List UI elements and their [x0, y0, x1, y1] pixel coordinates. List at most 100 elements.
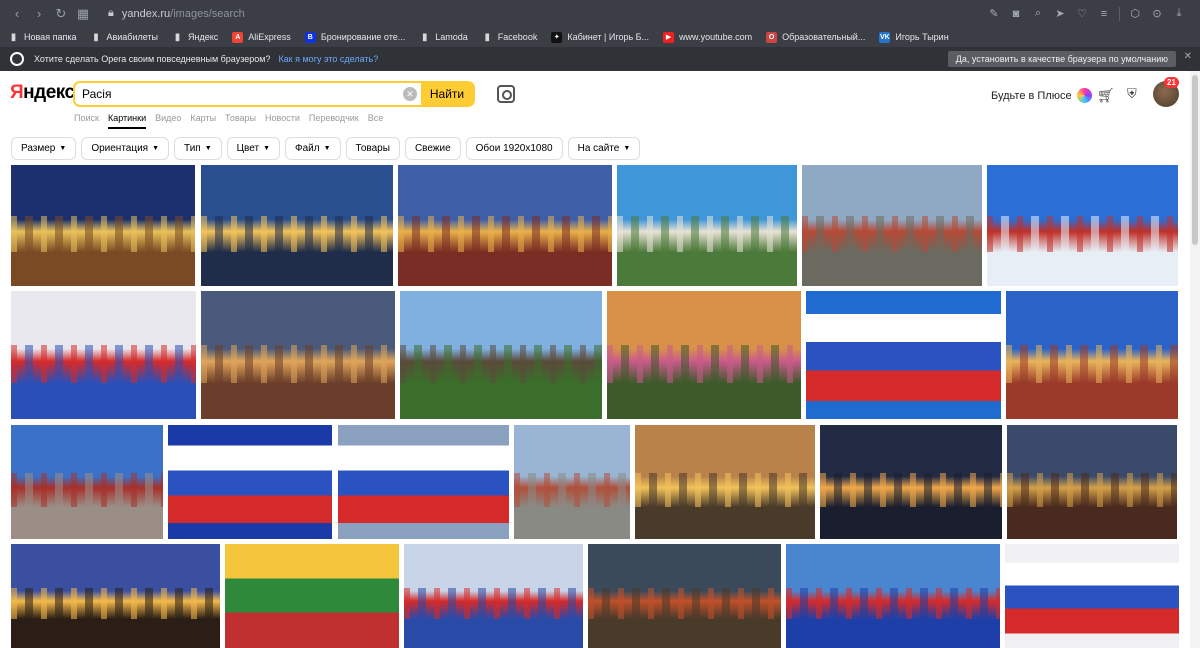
image-result[interactable]	[617, 165, 797, 286]
tab-1[interactable]: Картинки	[107, 113, 147, 129]
bookmark-item[interactable]: ▮ Facebook	[482, 32, 538, 43]
image-result[interactable]	[1007, 425, 1177, 539]
url-host: yandex.ru	[121, 7, 171, 20]
image-result[interactable]	[987, 165, 1178, 286]
bookmark-favicon-icon: B	[304, 31, 316, 43]
image-result[interactable]	[607, 291, 801, 419]
tab-7[interactable]: Все	[368, 113, 384, 129]
browser-toolbar: ‹ › ↻ ▦ 🔒︎ yandex.ru/images/search ✎ ◙ ⌕…	[0, 0, 1200, 27]
image-search-lens-icon[interactable]	[497, 85, 515, 103]
filter-chip[interactable]: Ориентация ▼	[81, 137, 170, 160]
forward-icon[interactable]: ›	[28, 3, 50, 25]
image-result[interactable]	[820, 425, 1002, 539]
search-icon[interactable]: ⌕	[1031, 7, 1045, 20]
image-result[interactable]	[1006, 291, 1178, 419]
tab-5[interactable]: Новости	[265, 113, 300, 129]
back-icon[interactable]: ‹	[6, 3, 28, 25]
page-scrollbar[interactable]	[1190, 71, 1200, 648]
bookmark-item[interactable]: ✦ Кабинет | Игорь Б...	[551, 31, 649, 43]
url-path: /images/search	[170, 7, 245, 20]
bookmark-item[interactable]: ▮ Авиабилеты	[90, 32, 158, 43]
plus-label: Будьте в Плюсе	[991, 89, 1072, 102]
filter-chip[interactable]: Свежие	[404, 137, 461, 160]
clear-icon[interactable]: ✕	[403, 87, 417, 101]
opera-default-browser-bar: Хотите сделать Opera своим повседневным …	[0, 47, 1200, 71]
image-result[interactable]	[802, 165, 982, 286]
cart-icon[interactable]: 🛒︎	[1097, 87, 1115, 104]
browser-nav: ‹ › ↻ ▦	[6, 3, 94, 25]
bookmark-item[interactable]: O Образовательный...	[766, 31, 865, 43]
bookmark-label: Яндекс	[188, 32, 219, 42]
image-silhouette	[786, 588, 1000, 619]
image-result[interactable]	[806, 291, 1001, 419]
image-result[interactable]	[11, 425, 163, 539]
filter-chip[interactable]: Тип ▼	[174, 137, 222, 160]
bookmark-item[interactable]: A AliExpress	[232, 31, 291, 43]
tab-3[interactable]: Карты	[190, 113, 216, 129]
scrollbar-thumb[interactable]	[1192, 75, 1198, 245]
image-silhouette	[201, 216, 393, 252]
yandex-logo[interactable]: Яндекс	[10, 82, 75, 104]
tab-0[interactable]: Поиск	[74, 113, 99, 129]
image-result[interactable]	[11, 291, 196, 419]
send-icon[interactable]: ➤	[1053, 7, 1067, 20]
heart-icon[interactable]: ♡	[1075, 7, 1089, 20]
plus-orb-icon	[1076, 88, 1092, 103]
tab-4[interactable]: Товары	[225, 113, 256, 129]
image-result[interactable]	[1005, 544, 1179, 648]
address-bar[interactable]: 🔒︎ yandex.ru/images/search	[108, 7, 245, 20]
filter-chip[interactable]: Цвет ▼	[226, 137, 280, 160]
browser-actions: ✎ ◙ ⌕ ➤ ♡ ≡ ⬡ ⊙ ⤓	[987, 0, 1186, 27]
tab-6[interactable]: Переводчик	[309, 113, 359, 129]
bookmark-item[interactable]: ▮ Яндекс	[172, 32, 219, 43]
image-result[interactable]	[338, 425, 509, 539]
tab-2[interactable]: Видео	[155, 113, 181, 129]
filter-chip[interactable]: Размер ▼	[11, 137, 77, 160]
edit-icon[interactable]: ✎	[987, 7, 1001, 20]
filter-chip[interactable]: Товары	[345, 137, 400, 160]
image-result[interactable]	[398, 165, 612, 286]
opera-howto-link[interactable]: Как я могу это сделать?	[278, 54, 378, 64]
menu-icon[interactable]: ≡	[1097, 8, 1111, 20]
tabs-grid-icon[interactable]: ▦	[72, 3, 94, 25]
bookmark-label: Игорь Тырин	[895, 32, 949, 42]
image-silhouette	[987, 216, 1178, 252]
image-result[interactable]	[635, 425, 815, 539]
image-result[interactable]	[11, 165, 195, 286]
filter-chip[interactable]: Обои 1920x1080	[465, 137, 563, 160]
filter-chip[interactable]: На сайте ▼	[567, 137, 641, 160]
image-result[interactable]	[225, 544, 399, 648]
image-result[interactable]	[404, 544, 583, 648]
set-default-button[interactable]: Да, установить в качестве браузера по ум…	[947, 51, 1176, 67]
filter-label: Тип	[184, 143, 201, 154]
search-button[interactable]: Найти	[421, 83, 473, 105]
logo-first-letter: Я	[10, 82, 24, 103]
image-result[interactable]	[168, 425, 332, 539]
filter-label: На сайте	[577, 143, 620, 154]
image-result[interactable]	[201, 291, 395, 419]
image-result[interactable]	[588, 544, 781, 648]
bookmark-item[interactable]: ▮ Новая папка	[8, 32, 77, 43]
bookmark-item[interactable]: B Бронирование оте...	[304, 31, 405, 43]
reload-icon[interactable]: ↻	[50, 3, 72, 25]
plus-promo[interactable]: Будьте в Плюсе	[991, 88, 1092, 103]
camera-icon[interactable]: ◙	[1009, 8, 1023, 20]
image-result[interactable]	[786, 544, 1000, 648]
filter-chip[interactable]: Файл ▼	[285, 137, 341, 160]
bookmark-item[interactable]: ▮ Lamoda	[419, 32, 468, 43]
image-result[interactable]	[201, 165, 393, 286]
image-result[interactable]	[514, 425, 630, 539]
image-result[interactable]	[11, 544, 220, 648]
vpn-icon[interactable]: ⊙	[1150, 7, 1164, 20]
shield-icon[interactable]: ⛨	[1127, 86, 1137, 102]
filter-label: Товары	[355, 143, 390, 154]
bookmark-item[interactable]: VK Игорь Тырин	[879, 31, 949, 43]
bookmark-item[interactable]: ▶ www.youtube.com	[663, 31, 752, 43]
extensions-icon[interactable]: ⬡	[1128, 7, 1142, 20]
filter-label: Обои 1920x1080	[475, 143, 553, 154]
close-icon[interactable]: ✕	[1184, 51, 1192, 62]
image-result[interactable]	[400, 291, 602, 419]
download-icon[interactable]: ⤓	[1172, 7, 1186, 20]
search-input[interactable]	[75, 83, 421, 105]
bookmark-label: Авиабилеты	[106, 32, 159, 42]
